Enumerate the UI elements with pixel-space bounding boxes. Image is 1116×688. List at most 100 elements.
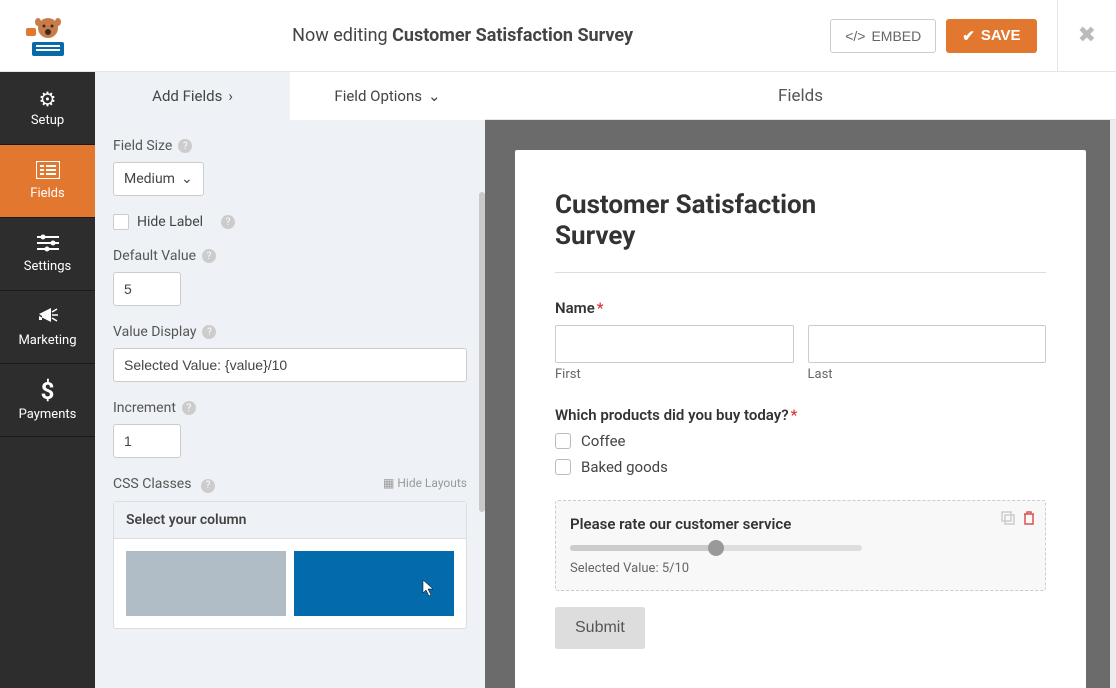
help-icon[interactable]: ? <box>178 139 192 153</box>
sidenav-item-setup[interactable]: ⚙ Setup <box>0 72 95 145</box>
form-name: Customer Satisfaction Survey <box>392 25 633 46</box>
list-icon <box>36 161 60 182</box>
help-icon[interactable]: ? <box>202 249 216 263</box>
preview-canvas: Customer Satisfaction Survey Name* First <box>485 120 1116 688</box>
trash-icon[interactable] <box>1023 511 1035 529</box>
editing-prefix: Now editing <box>292 25 392 46</box>
preview-scrollbar[interactable] <box>1110 120 1116 688</box>
first-name-input[interactable] <box>555 325 794 363</box>
save-label: SAVE <box>981 27 1021 44</box>
grid-icon: ▦ <box>383 476 394 490</box>
embed-button[interactable]: </> EMBED <box>830 19 936 53</box>
sidenav-label: Marketing <box>18 333 76 348</box>
value-display-input[interactable] <box>113 348 467 382</box>
field-actions <box>1001 511 1035 529</box>
slider-fill <box>570 545 716 551</box>
sidenav-item-marketing[interactable]: Marketing <box>0 291 95 364</box>
option-label: Baked goods <box>581 458 668 476</box>
field-size-select[interactable]: Medium ⌄ <box>113 162 204 196</box>
tab-field-options[interactable]: Field Options ⌄ <box>290 72 485 120</box>
tab-label: Field Options <box>334 87 422 105</box>
panel-tabs: Add Fields › Field Options ⌄ <box>95 72 485 120</box>
topbar-title: Now editing Customer Satisfaction Survey <box>95 25 830 46</box>
css-classes-group: CSS Classes ? ▦ Hide Layouts Select your… <box>113 476 467 629</box>
sidenav-item-payments[interactable]: $ Payments <box>0 364 95 437</box>
field-label: Value Display ? <box>113 324 467 340</box>
name-row: First Last <box>555 325 1046 382</box>
checkbox-option[interactable]: Coffee <box>555 432 1046 450</box>
sidenav-label: Settings <box>24 259 71 274</box>
last-name-input[interactable] <box>808 325 1047 363</box>
field-label: Please rate our customer service <box>570 515 1031 533</box>
duplicate-icon[interactable] <box>1001 511 1015 529</box>
hide-label-group: Hide Label ? <box>113 214 467 230</box>
column-option-2[interactable] <box>294 551 454 616</box>
sidenav-label: Payments <box>19 407 77 422</box>
increment-input[interactable] <box>113 424 181 458</box>
divider <box>555 272 1046 273</box>
required-mark: * <box>791 406 798 424</box>
divider <box>1057 0 1058 72</box>
wpforms-logo-icon <box>24 12 72 60</box>
tab-label: Add Fields <box>152 87 222 105</box>
sidenav-item-settings[interactable]: Settings <box>0 218 95 291</box>
field-label: Default Value ? <box>113 248 467 264</box>
save-button[interactable]: ✔ SAVE <box>946 19 1036 53</box>
form-title: Customer Satisfaction Survey <box>555 190 875 252</box>
sublabel: Last <box>808 367 1047 382</box>
value-display-group: Value Display ? <box>113 324 467 382</box>
slider-field-selected[interactable]: Please rate our customer service Selecte… <box>555 500 1046 591</box>
panel-content: Field Size ? Medium ⌄ Hide Label ? Defau… <box>95 120 485 688</box>
chevron-down-icon: ⌄ <box>428 87 441 105</box>
logo <box>0 0 95 72</box>
help-icon[interactable]: ? <box>221 215 235 229</box>
sidenav-item-fields[interactable]: Fields <box>0 145 95 218</box>
help-icon[interactable]: ? <box>202 325 216 339</box>
required-mark: * <box>597 299 604 317</box>
column-selector-title: Select your column <box>114 502 466 539</box>
close-icon[interactable]: ✖ <box>1078 23 1096 48</box>
default-value-group: Default Value ? <box>113 248 467 306</box>
checkbox-label: Hide Label <box>137 214 203 230</box>
check-icon: ✔ <box>962 27 975 45</box>
last-name-col: Last <box>808 325 1047 382</box>
column-option-1[interactable] <box>126 551 286 616</box>
sublabel: First <box>555 367 794 382</box>
preview-header: Fields <box>485 72 1116 120</box>
sliders-icon <box>37 234 59 255</box>
field-label: Name* <box>555 299 1046 317</box>
default-value-input[interactable] <box>113 272 181 306</box>
gear-icon: ⚙ <box>39 89 57 109</box>
name-field[interactable]: Name* First Last <box>555 299 1046 382</box>
slider-track[interactable] <box>570 545 862 551</box>
main-layout: ⚙ Setup Fields Settings Marketing $ Paym… <box>0 72 1116 688</box>
checkbox[interactable] <box>555 459 571 475</box>
column-selector: Select your column <box>113 501 467 629</box>
tab-add-fields[interactable]: Add Fields › <box>95 72 290 120</box>
chevron-right-icon: › <box>228 87 233 105</box>
option-label: Coffee <box>581 432 625 450</box>
hide-layouts-link[interactable]: ▦ Hide Layouts <box>383 476 467 490</box>
sidenav: ⚙ Setup Fields Settings Marketing $ Paym… <box>0 72 95 688</box>
field-label: Increment ? <box>113 400 467 416</box>
cursor-icon <box>420 579 436 601</box>
code-icon: </> <box>845 28 865 44</box>
bullhorn-icon <box>37 306 59 329</box>
submit-button[interactable]: Submit <box>555 607 645 649</box>
products-field[interactable]: Which products did you buy today?* Coffe… <box>555 406 1046 476</box>
checkbox-option[interactable]: Baked goods <box>555 458 1046 476</box>
column-selector-body <box>114 539 466 628</box>
topbar: Now editing Customer Satisfaction Survey… <box>0 0 1116 72</box>
help-icon[interactable]: ? <box>201 479 215 493</box>
dollar-icon: $ <box>41 379 55 403</box>
select-value: Medium <box>124 171 175 187</box>
help-icon[interactable]: ? <box>182 401 196 415</box>
embed-label: EMBED <box>871 28 921 44</box>
sidenav-label: Fields <box>30 186 64 201</box>
field-label: Field Size ? <box>113 138 467 154</box>
slider-thumb[interactable] <box>708 540 724 556</box>
hide-label-checkbox[interactable] <box>113 214 129 230</box>
checkbox[interactable] <box>555 433 571 449</box>
chevron-down-icon: ⌄ <box>181 171 193 187</box>
sidenav-label: Setup <box>31 113 64 128</box>
